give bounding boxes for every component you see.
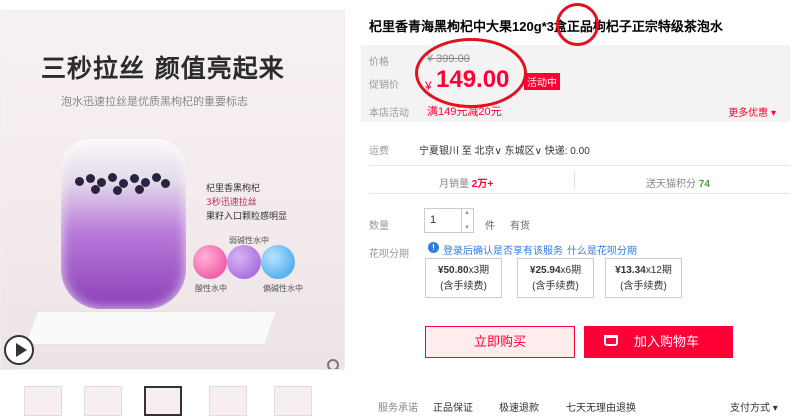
monthly-sales-label: 月销量 bbox=[439, 179, 469, 190]
monthly-sales: 月销量 2万+ bbox=[439, 175, 493, 190]
installment-option-12[interactable]: ¥13.34x12期 (含手续费) bbox=[605, 258, 682, 298]
original-price-label: 价格 bbox=[369, 57, 389, 68]
installment-amount: ¥25.94 bbox=[529, 265, 561, 276]
annotation-speed: 3秒迅速拉丝 bbox=[206, 198, 257, 208]
payment-methods-dropdown[interactable]: 支付方式 ▾ bbox=[730, 399, 778, 414]
points-label: 送天猫积分 bbox=[646, 179, 696, 190]
promo-price-label: 促销价 bbox=[369, 80, 399, 91]
installment-amount: ¥50.80 bbox=[437, 265, 469, 276]
service-genuine[interactable]: 正品保证 bbox=[433, 399, 473, 414]
coaster-graphic bbox=[24, 311, 278, 345]
glass-graphic bbox=[61, 139, 186, 309]
huabei-label: 花呗分期 bbox=[369, 249, 409, 260]
acid-bubble bbox=[193, 245, 227, 279]
zoom-icon[interactable] bbox=[327, 359, 339, 369]
tmall-points: 送天猫积分 74 bbox=[646, 175, 710, 190]
sales-stats: 月销量 2万+ 送天猫积分 74 bbox=[369, 165, 790, 194]
bubble-label-alkaline: 偏碱性水中 bbox=[263, 284, 303, 293]
image-headline: 三秒拉丝 颜值亮起来 bbox=[41, 54, 285, 83]
berries-graphic bbox=[73, 171, 173, 197]
more-promos-link[interactable]: 更多优惠 ▾ bbox=[728, 104, 776, 119]
quantity-unit: 件 bbox=[485, 221, 495, 232]
quantity-input[interactable]: 1 bbox=[424, 208, 462, 233]
monthly-sales-value: 2万+ bbox=[471, 179, 494, 190]
thumbnail[interactable] bbox=[209, 386, 247, 416]
thumbnail[interactable] bbox=[84, 386, 122, 416]
buy-now-button[interactable]: 立即购买 bbox=[425, 326, 575, 358]
divider bbox=[574, 172, 575, 188]
alkaline-bubble bbox=[261, 245, 295, 279]
thumbnail[interactable] bbox=[274, 386, 312, 416]
thumbnail-strip bbox=[24, 386, 324, 416]
event-badge: 活动中 bbox=[524, 73, 560, 90]
main-product-image[interactable]: 三秒拉丝 颜值亮起来 泡水迅速拉丝是优质黑枸杞的重要标志 杞里香黑枸杞 3秒迅速… bbox=[0, 10, 345, 370]
thumbnail-selected[interactable] bbox=[144, 386, 182, 416]
add-to-cart-label: 加入购物车 bbox=[633, 334, 699, 349]
product-title: 杞里香青海黑枸杞中大果120g*3盒正品枸杞子正宗特级茶泡水 bbox=[369, 19, 723, 34]
huabei-help-link[interactable]: 什么是花呗分期 bbox=[567, 242, 637, 257]
annotation-brand: 杞里香黑枸杞 bbox=[206, 184, 261, 194]
shipping-destination-select[interactable]: 宁夏银川 至 北京∨ 东城区∨ 快递: 0.00 bbox=[419, 142, 590, 157]
service-seven-day-return[interactable]: 七天无理由退换 bbox=[566, 399, 636, 414]
bubble-label-acid: 酸性水中 bbox=[195, 284, 227, 293]
installment-fee: (含手续费) bbox=[532, 281, 579, 292]
info-icon: ! bbox=[428, 242, 439, 253]
quantity-label: 数量 bbox=[369, 221, 389, 232]
installment-fee: (含手续费) bbox=[440, 281, 487, 292]
shipping-label: 运费 bbox=[369, 146, 389, 157]
installment-amount: ¥13.34 bbox=[615, 265, 646, 276]
shipping-row: 运费 宁夏银川 至 北京∨ 东城区∨ 快递: 0.00 bbox=[369, 142, 590, 157]
points-value: 74 bbox=[698, 179, 710, 190]
annotation-circle-title bbox=[556, 3, 599, 46]
bubble-label-weak-alkaline: 弱碱性水中 bbox=[229, 236, 269, 245]
annotation-circle-price bbox=[415, 38, 527, 108]
image-subline: 泡水迅速拉丝是优质黑枸杞的重要标志 bbox=[61, 95, 248, 108]
installment-periods: x6期 bbox=[560, 265, 582, 276]
cart-icon bbox=[604, 335, 618, 346]
stock-status: 有货 bbox=[510, 221, 530, 232]
installment-option-6[interactable]: ¥25.94x6期 (含手续费) bbox=[517, 258, 594, 298]
weak-alkaline-bubble bbox=[227, 245, 261, 279]
installment-fee: (含手续费) bbox=[620, 281, 667, 292]
annotation-seeds: 果籽入口颗粒感明显 bbox=[206, 212, 288, 222]
service-fast-refund[interactable]: 极速退款 bbox=[499, 399, 539, 414]
huabei-login-note[interactable]: 登录后确认是否享有该服务 bbox=[443, 242, 563, 257]
installment-periods: x3期 bbox=[468, 265, 490, 276]
installment-periods: x12期 bbox=[645, 265, 672, 276]
store-promo-label: 本店活动 bbox=[369, 108, 409, 119]
add-to-cart-button[interactable]: 加入购物车 bbox=[584, 326, 733, 358]
thumbnail[interactable] bbox=[24, 386, 62, 416]
play-video-icon[interactable] bbox=[4, 335, 34, 365]
quantity-stepper[interactable] bbox=[462, 208, 474, 233]
installment-option-3[interactable]: ¥50.80x3期 (含手续费) bbox=[425, 258, 502, 298]
service-label: 服务承诺 bbox=[378, 403, 418, 414]
